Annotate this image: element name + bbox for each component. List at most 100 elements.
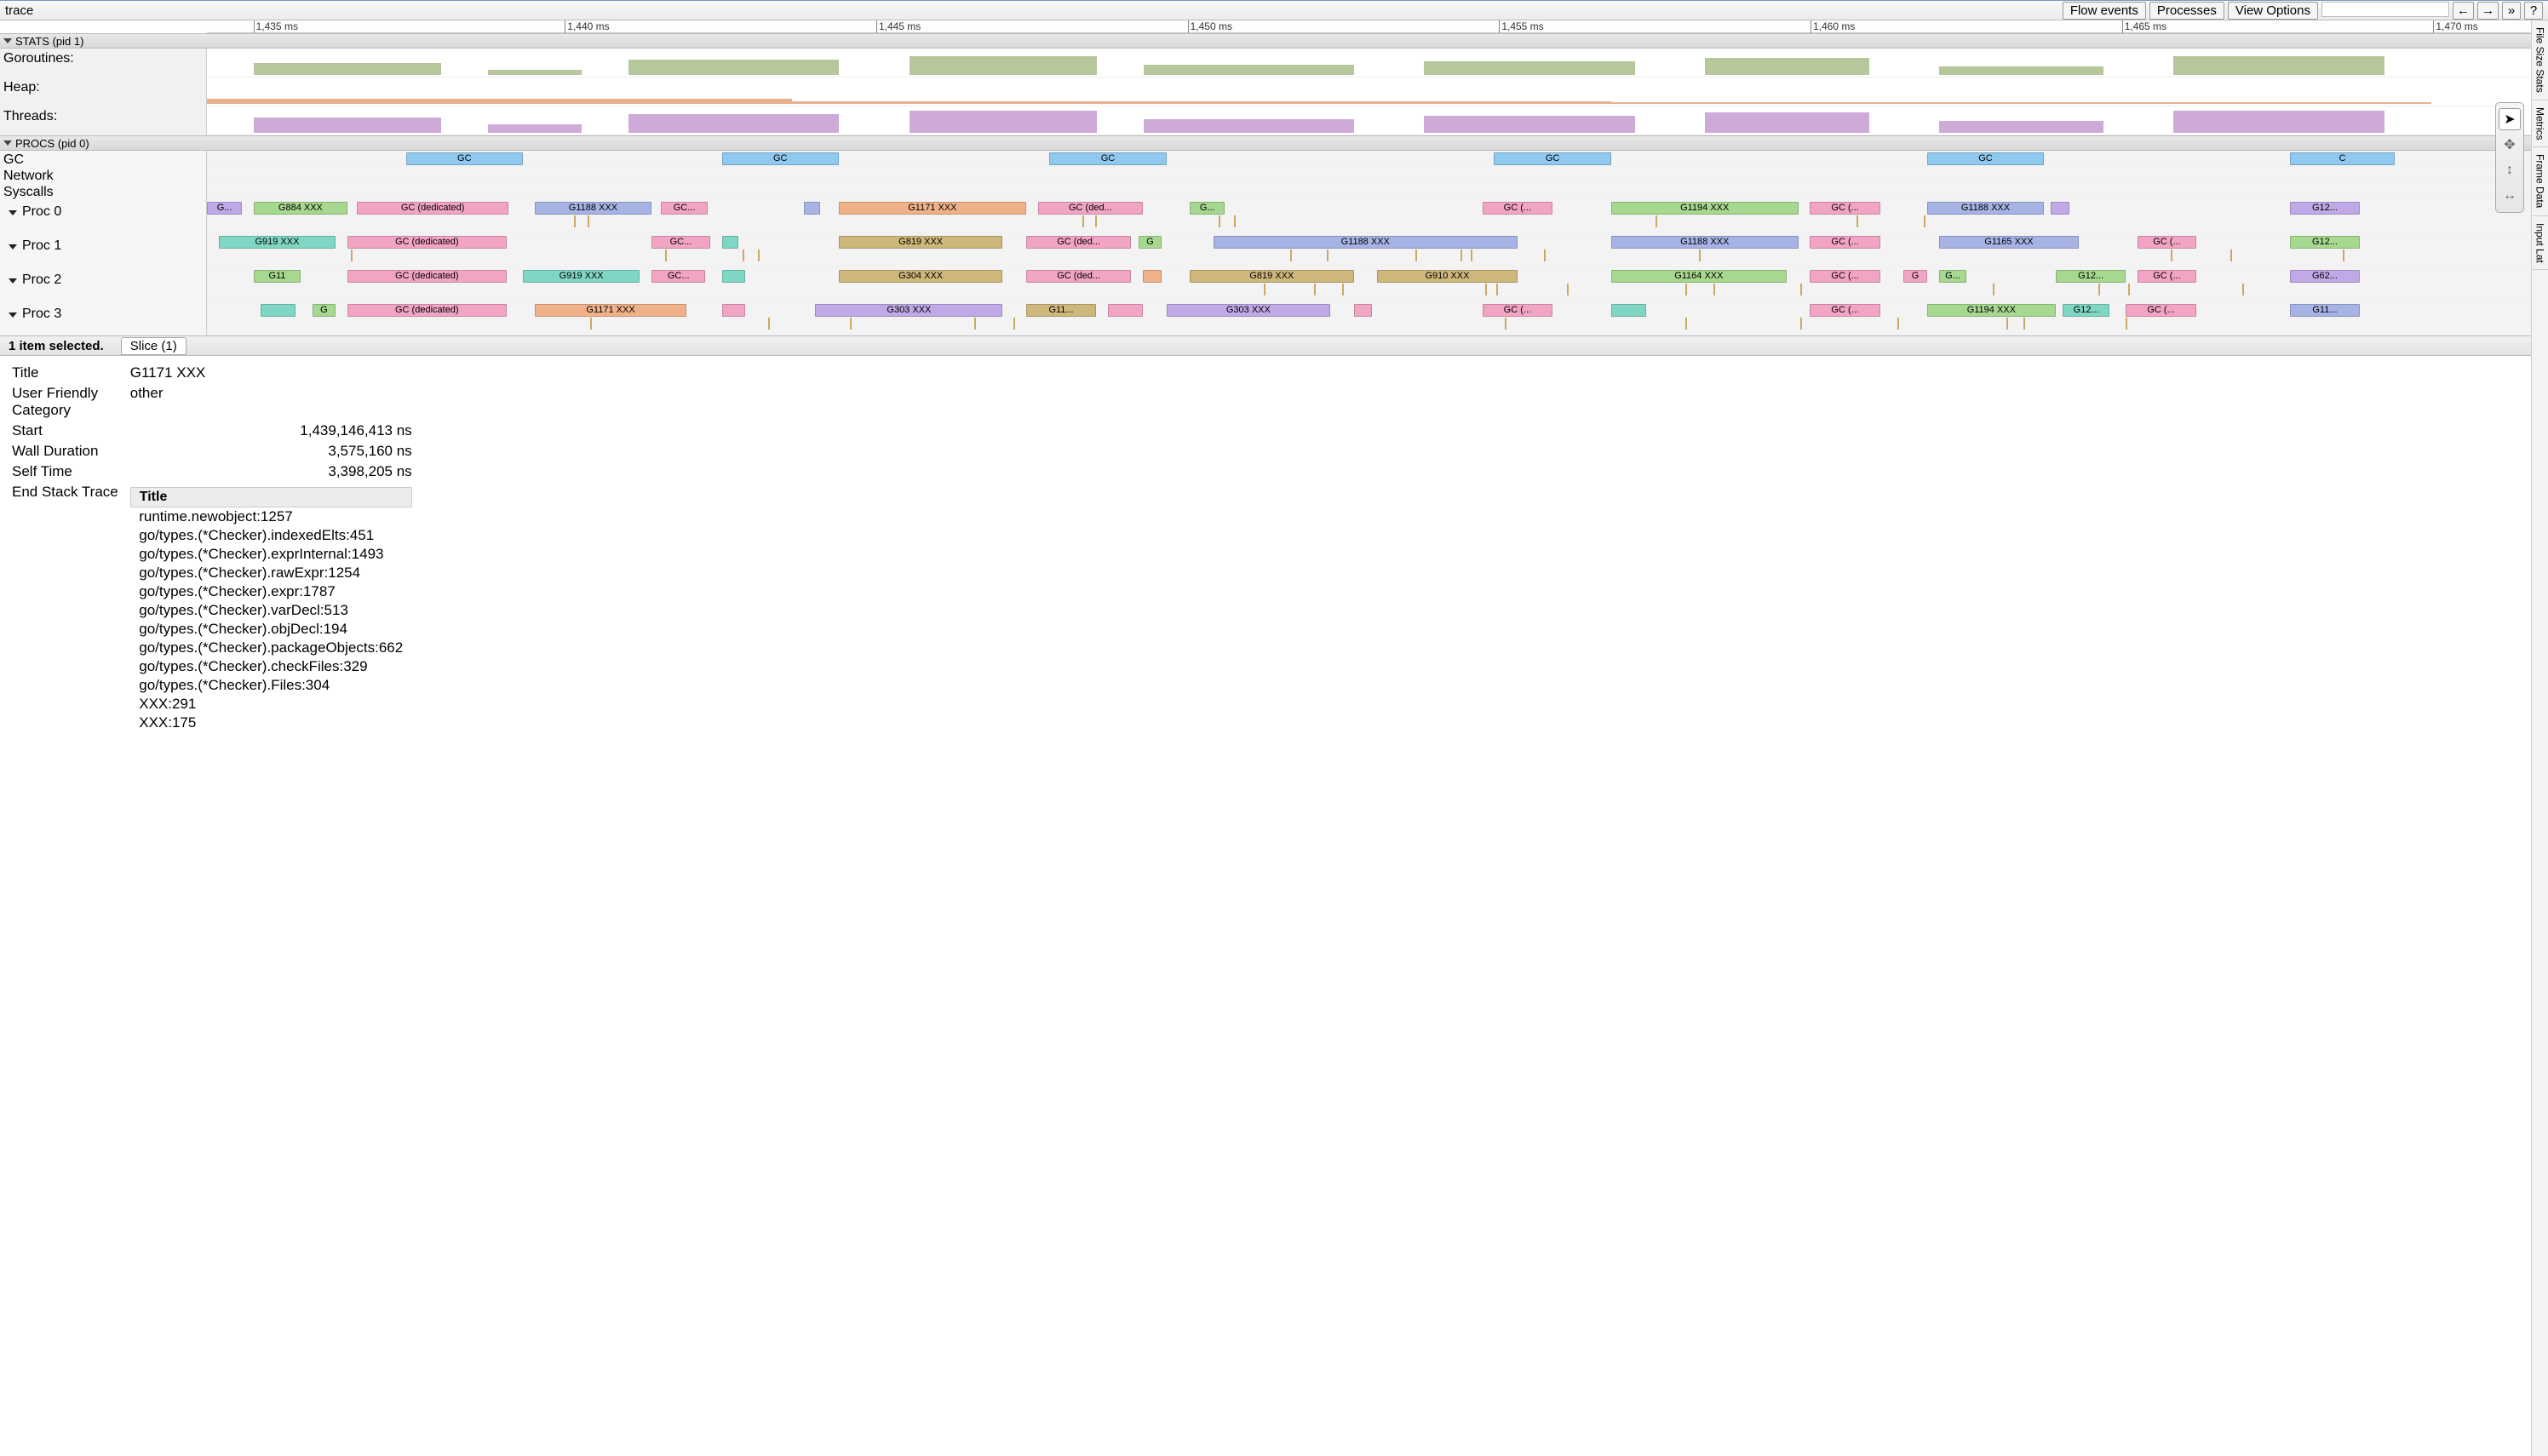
trace-slice[interactable]: GC... (651, 270, 705, 283)
proc-track[interactable]: G11 GC (dedicated) G919 XXX GC... G304 XXX GC… (207, 267, 2547, 301)
trace-slice[interactable]: G303 XXX (815, 304, 1002, 317)
trace-slice[interactable]: G919 XXX (523, 270, 640, 283)
trace-slice[interactable]: GC (... (1483, 304, 1552, 317)
trace-slice[interactable]: G1171 XXX (839, 202, 1026, 215)
procs-section-header[interactable]: PROCS (pid 0) ✕ (0, 135, 2548, 151)
gc-track[interactable]: GC GC GC GC GC C (207, 151, 2547, 167)
gc-slice[interactable]: GC (1049, 152, 1166, 165)
trace-slice[interactable]: G1194 XXX (1611, 202, 1799, 215)
trace-slice[interactable] (804, 202, 820, 215)
trace-slice[interactable]: G304 XXX (839, 270, 1002, 283)
trace-slice[interactable]: G62... (2290, 270, 2360, 283)
gc-slice[interactable]: GC (1927, 152, 2044, 165)
trace-slice[interactable]: GC (dedicated) (347, 236, 507, 249)
trace-slice[interactable]: G819 XXX (839, 236, 1002, 249)
syscalls-track[interactable] (207, 183, 2547, 199)
processes-button[interactable]: Processes (2149, 2, 2224, 20)
pan-tool-icon[interactable]: ✥ (2499, 134, 2521, 156)
trace-slice[interactable]: G12... (2290, 236, 2360, 249)
trace-slice[interactable]: G1188 XXX (1611, 236, 1799, 249)
nav-forward-button[interactable]: → (2477, 2, 2499, 20)
trace-slice[interactable]: GC (dedicated) (347, 270, 507, 283)
trace-slice[interactable]: GC (... (2126, 304, 2195, 317)
slice-tab[interactable]: Slice (1) (121, 337, 187, 355)
trace-slice[interactable]: G (1139, 236, 1162, 249)
gc-slice[interactable]: GC (406, 152, 523, 165)
time-ruler[interactable]: 1,435 ms1,440 ms1,445 ms1,450 ms1,455 ms… (207, 20, 2531, 33)
gc-slice[interactable]: C (2290, 152, 2396, 165)
search-box[interactable] (2321, 2, 2449, 17)
trace-slice[interactable]: GC (... (2138, 236, 2196, 249)
trace-slice[interactable]: GC (ded... (1026, 236, 1132, 249)
trace-slice[interactable]: G... (1939, 270, 1967, 283)
trace-slice[interactable]: G12... (2290, 202, 2360, 215)
trace-slice[interactable]: G1188 XXX (1927, 202, 2044, 215)
side-tab[interactable]: File Size Stats (2533, 20, 2548, 100)
side-tab[interactable]: Metrics (2533, 100, 2548, 148)
trace-slice[interactable] (722, 304, 745, 317)
proc-label[interactable]: Proc 3 (0, 301, 206, 335)
trace-slice[interactable]: G1188 XXX (535, 202, 651, 215)
trace-slice[interactable]: G884 XXX (254, 202, 347, 215)
trace-slice[interactable]: G12... (2056, 270, 2126, 283)
flow-events-button[interactable]: Flow events (2063, 2, 2146, 20)
pointer-tool-icon[interactable]: ➤ (2499, 108, 2521, 130)
proc-track[interactable]: G919 XXX GC (dedicated) GC... G819 XXX GC (d… (207, 233, 2547, 267)
trace-slice[interactable]: G (313, 304, 336, 317)
trace-slice[interactable]: G... (207, 202, 242, 215)
trace-slice[interactable]: G... (1190, 202, 1225, 215)
trace-slice[interactable] (1143, 270, 1162, 283)
trace-slice[interactable]: GC... (661, 202, 708, 215)
trace-slice[interactable]: GC (... (1810, 202, 1879, 215)
view-options-button[interactable]: View Options (2228, 2, 2318, 20)
trace-slice[interactable] (2051, 202, 2069, 215)
trace-slice[interactable] (1108, 304, 1143, 317)
side-tab[interactable]: Frame Data (2533, 147, 2548, 215)
nav-back-button[interactable]: ← (2453, 2, 2474, 20)
trace-slice[interactable]: GC (dedicated) (357, 202, 509, 215)
trace-slice[interactable]: GC (ded... (1038, 202, 1144, 215)
trace-slice[interactable]: GC (ded... (1026, 270, 1132, 283)
gc-slice[interactable]: GC (722, 152, 839, 165)
trace-slice[interactable]: GC (... (2138, 270, 2196, 283)
proc-label[interactable]: Proc 2 (0, 267, 206, 301)
trace-slice[interactable]: G1188 XXX (1214, 236, 1518, 249)
trace-slice[interactable]: GC (... (1810, 270, 1879, 283)
stats-section-header[interactable]: STATS (pid 1) ✕ (0, 33, 2548, 49)
stats-charts[interactable] (207, 49, 2548, 135)
trace-slice[interactable]: G12... (2063, 304, 2109, 317)
trace-slice[interactable]: G1194 XXX (1927, 304, 2056, 317)
trace-slice[interactable] (1354, 304, 1373, 317)
trace-slice[interactable]: G910 XXX (1377, 270, 1518, 283)
trace-slice[interactable]: GC (... (1483, 202, 1552, 215)
proc-track[interactable]: G GC (dedicated) G1171 XXX G303 XXX G11... G3… (207, 301, 2547, 335)
trace-slice[interactable]: G (1903, 270, 1926, 283)
trace-slice[interactable] (261, 304, 296, 317)
help-button[interactable]: ? (2524, 2, 2543, 20)
trace-slice[interactable]: G1171 XXX (535, 304, 687, 317)
timing-tool-icon[interactable]: ↔ (2499, 185, 2521, 207)
trace-slice[interactable]: G919 XXX (219, 236, 336, 249)
proc-label[interactable]: Proc 0 (0, 199, 206, 233)
trace-slice[interactable] (722, 270, 745, 283)
trace-slice[interactable]: G11 (254, 270, 301, 283)
tracks-area[interactable]: GCGCGCGCGCC G...G884 XXXGC (dedicated)G1… (207, 151, 2548, 335)
zoom-tool-icon[interactable]: ↕ (2499, 159, 2521, 181)
trace-slice[interactable]: G303 XXX (1167, 304, 1330, 317)
side-tab[interactable]: Input Lat (2533, 216, 2548, 271)
proc-track[interactable]: G... G884 XXX GC (dedicated) G1188 XXX GC...… (207, 199, 2547, 233)
trace-slice[interactable]: G819 XXX (1190, 270, 1353, 283)
trace-slice[interactable]: G1165 XXX (1939, 236, 2080, 249)
nav-more-button[interactable]: » (2502, 2, 2521, 20)
trace-slice[interactable]: GC (dedicated) (347, 304, 507, 317)
trace-slice[interactable] (1611, 304, 1646, 317)
trace-slice[interactable]: G1164 XXX (1611, 270, 1787, 283)
trace-slice[interactable]: GC... (651, 236, 710, 249)
trace-slice[interactable] (722, 236, 738, 249)
proc-label[interactable]: Proc 1 (0, 233, 206, 267)
gc-slice[interactable]: GC (1494, 152, 1610, 165)
network-track[interactable] (207, 167, 2547, 183)
trace-slice[interactable]: GC (... (1810, 236, 1879, 249)
trace-slice[interactable]: G11... (2290, 304, 2360, 317)
trace-slice[interactable]: GC (... (1810, 304, 1879, 317)
